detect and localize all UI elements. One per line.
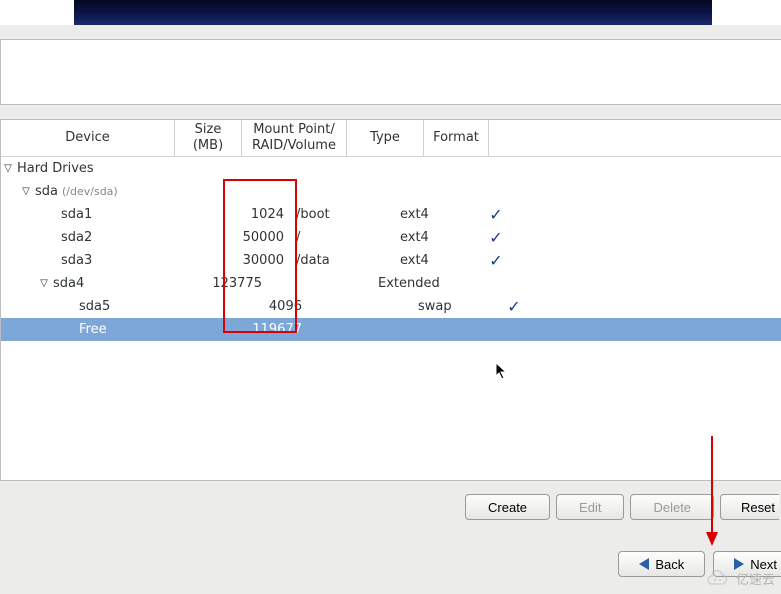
partition-mount: /data (288, 253, 392, 268)
partition-row[interactable]: sda3 30000/dataext4 ✓ (1, 249, 781, 272)
col-header-mount[interactable]: Mount Point/ RAID/Volume (242, 120, 347, 156)
partition-table: Device Size (MB) Mount Point/ RAID/Volum… (0, 119, 781, 481)
partition-name: sda5 (79, 299, 110, 314)
partition-format: ✓ (468, 228, 524, 247)
back-label: Back (655, 557, 684, 572)
partition-type: swap (410, 299, 486, 314)
disk-name: sda (35, 184, 58, 199)
tree-root-row[interactable]: ▽ Hard Drives (1, 157, 781, 180)
partition-name: sda4 (53, 276, 84, 291)
col-header-type[interactable]: Type (347, 120, 424, 156)
tree-root-label: Hard Drives (17, 161, 94, 176)
next-label: Next (750, 557, 777, 572)
delete-button: Delete (630, 494, 714, 520)
partition-row-selected[interactable]: Free 119677 (1, 318, 781, 341)
partition-row[interactable]: sda2 50000/ext4 ✓ (1, 226, 781, 249)
edit-button: Edit (556, 494, 624, 520)
check-icon: ✓ (507, 297, 520, 316)
next-button[interactable]: Next (713, 551, 781, 577)
col-header-size[interactable]: Size (MB) (175, 120, 242, 156)
check-icon: ✓ (489, 205, 502, 224)
check-icon: ✓ (489, 228, 502, 247)
partition-name: Free (79, 322, 107, 337)
partition-name: sda2 (61, 230, 92, 245)
col-header-format[interactable]: Format (424, 120, 489, 156)
expand-icon[interactable]: ▽ (21, 186, 31, 197)
partition-mount: / (288, 230, 392, 245)
partition-type: ext4 (392, 230, 468, 245)
wizard-navbar: Back Next (618, 551, 781, 577)
partition-row[interactable]: ▽ sda4 123775 Extended (1, 272, 781, 295)
partition-toolbar: Create Edit Delete Reset (465, 494, 781, 520)
partition-format: ✓ (468, 205, 524, 224)
table-body: ▽ Hard Drives ▽ sda (/dev/sda) sda11024/… (1, 157, 781, 341)
arrow-right-icon (734, 558, 744, 570)
col-header-device[interactable]: Device (1, 120, 175, 156)
arrow-left-icon (639, 558, 649, 570)
partition-format: ✓ (486, 297, 542, 316)
table-header: Device Size (MB) Mount Point/ RAID/Volum… (1, 120, 781, 157)
partition-row[interactable]: sda1 1024/bootext4 ✓ (1, 203, 781, 226)
partition-size: 4096 (244, 299, 306, 314)
back-button[interactable]: Back (618, 551, 705, 577)
installer-banner (74, 0, 712, 25)
expand-icon[interactable]: ▽ (39, 278, 49, 289)
partition-row[interactable]: sda5 4096 swap ✓ (1, 295, 781, 318)
partition-mount: /boot (288, 207, 392, 222)
partition-size: 30000 (226, 253, 288, 268)
disk-row[interactable]: ▽ sda (/dev/sda) (1, 180, 781, 203)
partition-size: 123775 (204, 276, 266, 291)
expand-icon[interactable]: ▽ (3, 163, 13, 174)
partition-name: sda1 (61, 207, 92, 222)
partition-type: Extended (370, 276, 446, 291)
disk-visualization-panel (0, 39, 781, 105)
disk-path: (/dev/sda) (62, 185, 118, 198)
reset-button[interactable]: Reset (720, 494, 779, 520)
partition-type: ext4 (392, 253, 468, 268)
partition-type: ext4 (392, 207, 468, 222)
check-icon: ✓ (489, 251, 502, 270)
partition-size: 119677 (244, 322, 306, 337)
partition-format: ✓ (468, 251, 524, 270)
partition-size: 50000 (226, 230, 288, 245)
create-button[interactable]: Create (465, 494, 550, 520)
installer-banner-area (0, 0, 781, 25)
partition-size: 1024 (226, 207, 288, 222)
partition-name: sda3 (61, 253, 92, 268)
